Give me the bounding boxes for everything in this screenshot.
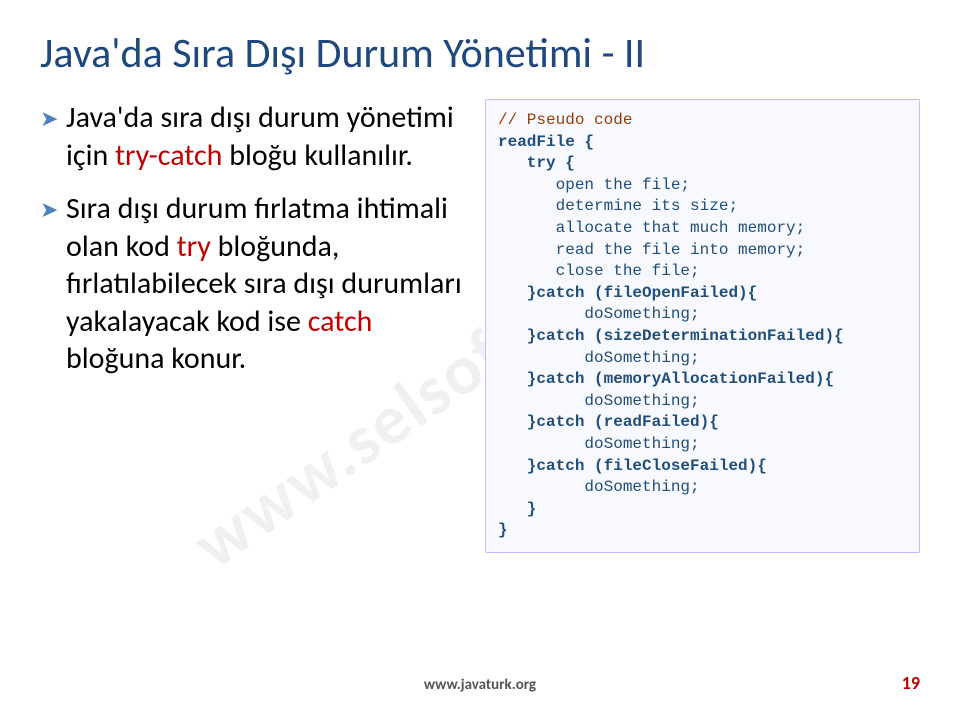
bullet-item: ➤ Sıra dışı durum fırlatma ihtimali olan…: [40, 190, 475, 378]
code-line: doSomething;: [498, 435, 700, 453]
code-line: doSomething;: [498, 392, 700, 410]
code-line: close the file;: [498, 262, 700, 280]
code-line: }catch (sizeDeterminationFailed){: [498, 327, 844, 345]
code-line: doSomething;: [498, 349, 700, 367]
code-line: open the file;: [498, 176, 690, 194]
code-line: allocate that much memory;: [498, 219, 805, 237]
code-line: }catch (memoryAllocationFailed){: [498, 370, 834, 388]
code-line: determine its size;: [498, 197, 738, 215]
code-line: }catch (readFailed){: [498, 413, 719, 431]
code-line: // Pseudo code: [498, 111, 632, 129]
content-row: ➤ Java'da sıra dışı durum yönetimi için …: [40, 99, 920, 553]
code-line: read the file into memory;: [498, 241, 805, 259]
text-segment: bloğu kullanılır.: [222, 137, 413, 174]
bullet-text: Sıra dışı durum fırlatma ihtimali olan k…: [66, 190, 475, 378]
code-line: }: [498, 500, 536, 518]
keyword-try: try: [177, 228, 211, 265]
left-column: ➤ Java'da sıra dışı durum yönetimi için …: [40, 99, 475, 553]
code-line: }catch (fileCloseFailed){: [498, 457, 767, 475]
slide-title: Java'da Sıra Dışı Durum Yönetimi - II: [40, 28, 920, 79]
code-line: doSomething;: [498, 478, 700, 496]
slide: www.selsoft.academy Java'da Sıra Dışı Du…: [0, 0, 960, 712]
code-box: // Pseudo code readFile { try { open the…: [485, 99, 920, 553]
code-line: doSomething;: [498, 305, 700, 323]
bullet-item: ➤ Java'da sıra dışı durum yönetimi için …: [40, 99, 475, 174]
right-column: // Pseudo code readFile { try { open the…: [485, 99, 920, 553]
code-line: try {: [498, 154, 575, 172]
code-line: readFile {: [498, 133, 594, 151]
footer-url: www.javaturk.org: [0, 676, 960, 694]
keyword-try-catch: try-catch: [115, 137, 222, 174]
text-segment: bloğuna konur.: [66, 340, 246, 377]
code-line: }catch (fileOpenFailed){: [498, 284, 757, 302]
bullet-text: Java'da sıra dışı durum yönetimi için tr…: [66, 99, 475, 174]
code-line: }: [498, 521, 508, 539]
keyword-catch: catch: [308, 303, 373, 340]
chevron-right-icon: ➤: [40, 99, 66, 174]
chevron-right-icon: ➤: [40, 190, 66, 378]
page-number: 19: [902, 672, 920, 694]
